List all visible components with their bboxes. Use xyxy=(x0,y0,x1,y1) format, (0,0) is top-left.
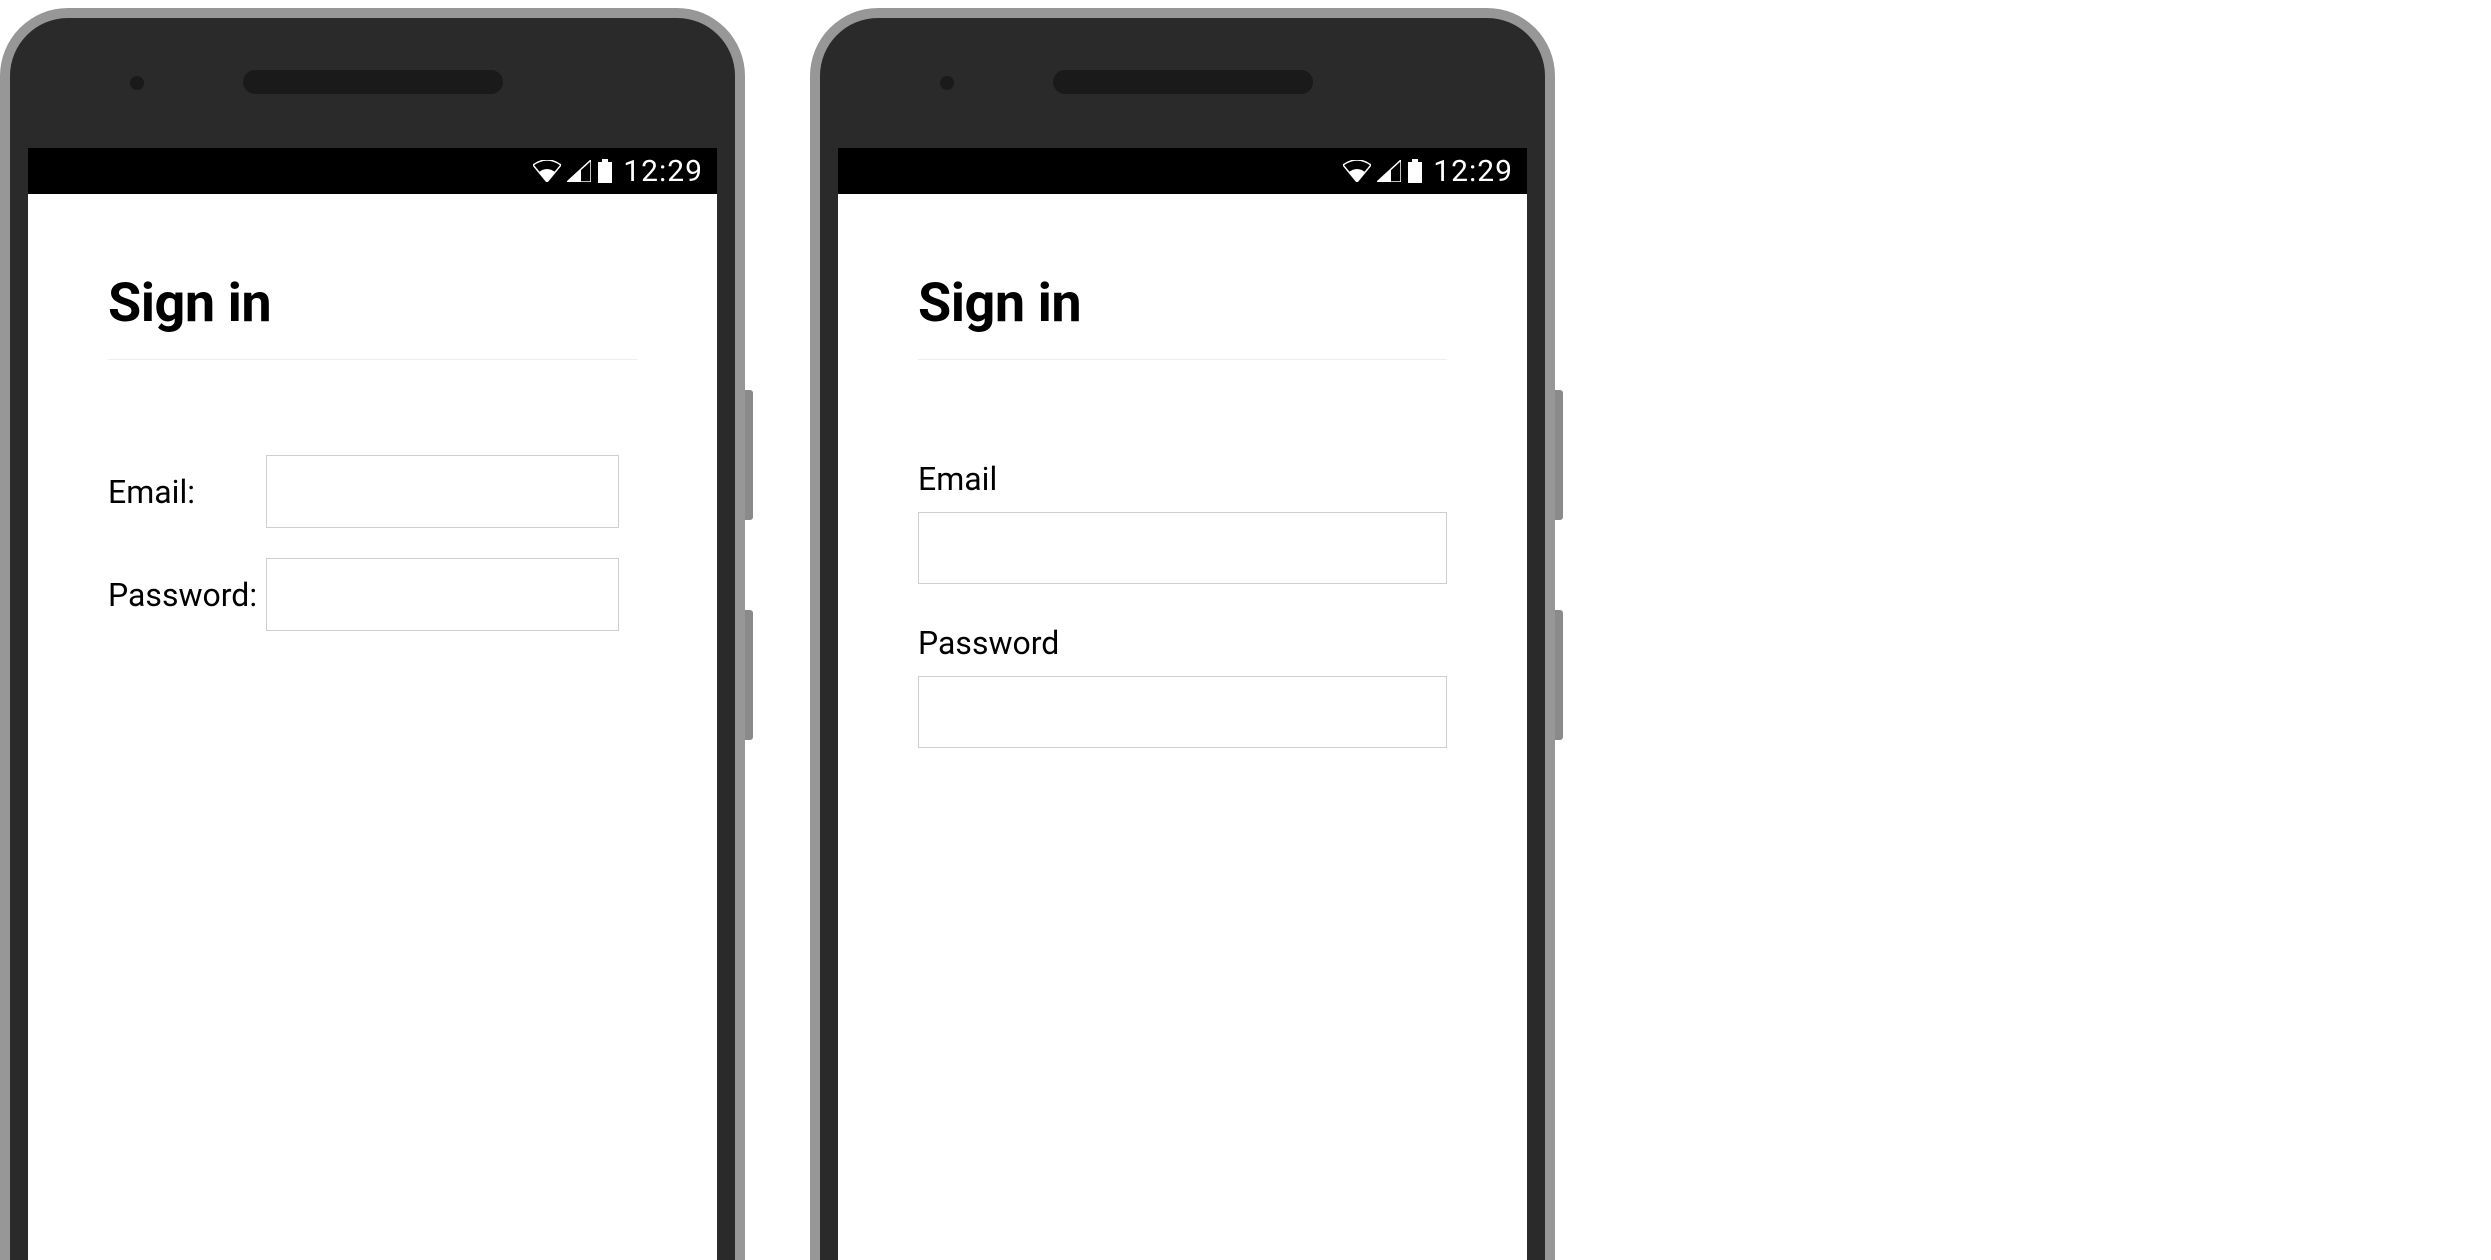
wifi-icon xyxy=(533,160,561,182)
phone-side-button xyxy=(1555,390,1563,520)
password-field-row: Password: xyxy=(108,558,637,631)
password-field-block: Password xyxy=(918,624,1447,748)
password-label: Password xyxy=(918,624,1447,662)
battery-icon xyxy=(597,159,613,183)
app-screen: Sign in Email Password xyxy=(838,194,1527,1260)
password-input[interactable] xyxy=(266,558,619,631)
phone-frame: 12:29 Sign in Email Password xyxy=(810,8,1555,1260)
phone-camera xyxy=(130,76,144,90)
password-label: Password: xyxy=(108,576,266,614)
phone-side-button xyxy=(1555,610,1563,740)
phone-side-button xyxy=(745,390,753,520)
phone-frame: 12:29 Sign in Email: Password: xyxy=(0,8,745,1260)
status-time: 12:29 xyxy=(623,154,703,189)
password-input[interactable] xyxy=(918,676,1447,748)
phone-speaker xyxy=(1053,70,1313,94)
signin-form: Email Password xyxy=(918,360,1447,748)
phone-side-button xyxy=(745,610,753,740)
wifi-icon xyxy=(1343,160,1371,182)
phone-speaker xyxy=(243,70,503,94)
page-title: Sign in xyxy=(918,272,1447,360)
email-field-row: Email: xyxy=(108,455,637,528)
email-label: Email: xyxy=(108,473,266,511)
phone-camera xyxy=(940,76,954,90)
phone-screen-container: 12:29 Sign in Email: Password: xyxy=(28,148,717,1260)
app-screen: Sign in Email: Password: xyxy=(28,194,717,1260)
phone-screen-container: 12:29 Sign in Email Password xyxy=(838,148,1527,1260)
email-input[interactable] xyxy=(266,455,619,528)
status-time: 12:29 xyxy=(1433,154,1513,189)
email-field-block: Email xyxy=(918,460,1447,584)
phone-mockup-right: 12:29 Sign in Email Password xyxy=(810,0,1555,1260)
battery-icon xyxy=(1407,159,1423,183)
status-bar: 12:29 xyxy=(838,148,1527,194)
phone-mockup-left: 12:29 Sign in Email: Password: xyxy=(0,0,745,1260)
email-label: Email xyxy=(918,460,1447,498)
page-title: Sign in xyxy=(108,272,637,360)
status-bar: 12:29 xyxy=(28,148,717,194)
cell-signal-icon xyxy=(567,160,591,182)
cell-signal-icon xyxy=(1377,160,1401,182)
email-input[interactable] xyxy=(918,512,1447,584)
signin-form: Email: Password: xyxy=(108,360,637,631)
